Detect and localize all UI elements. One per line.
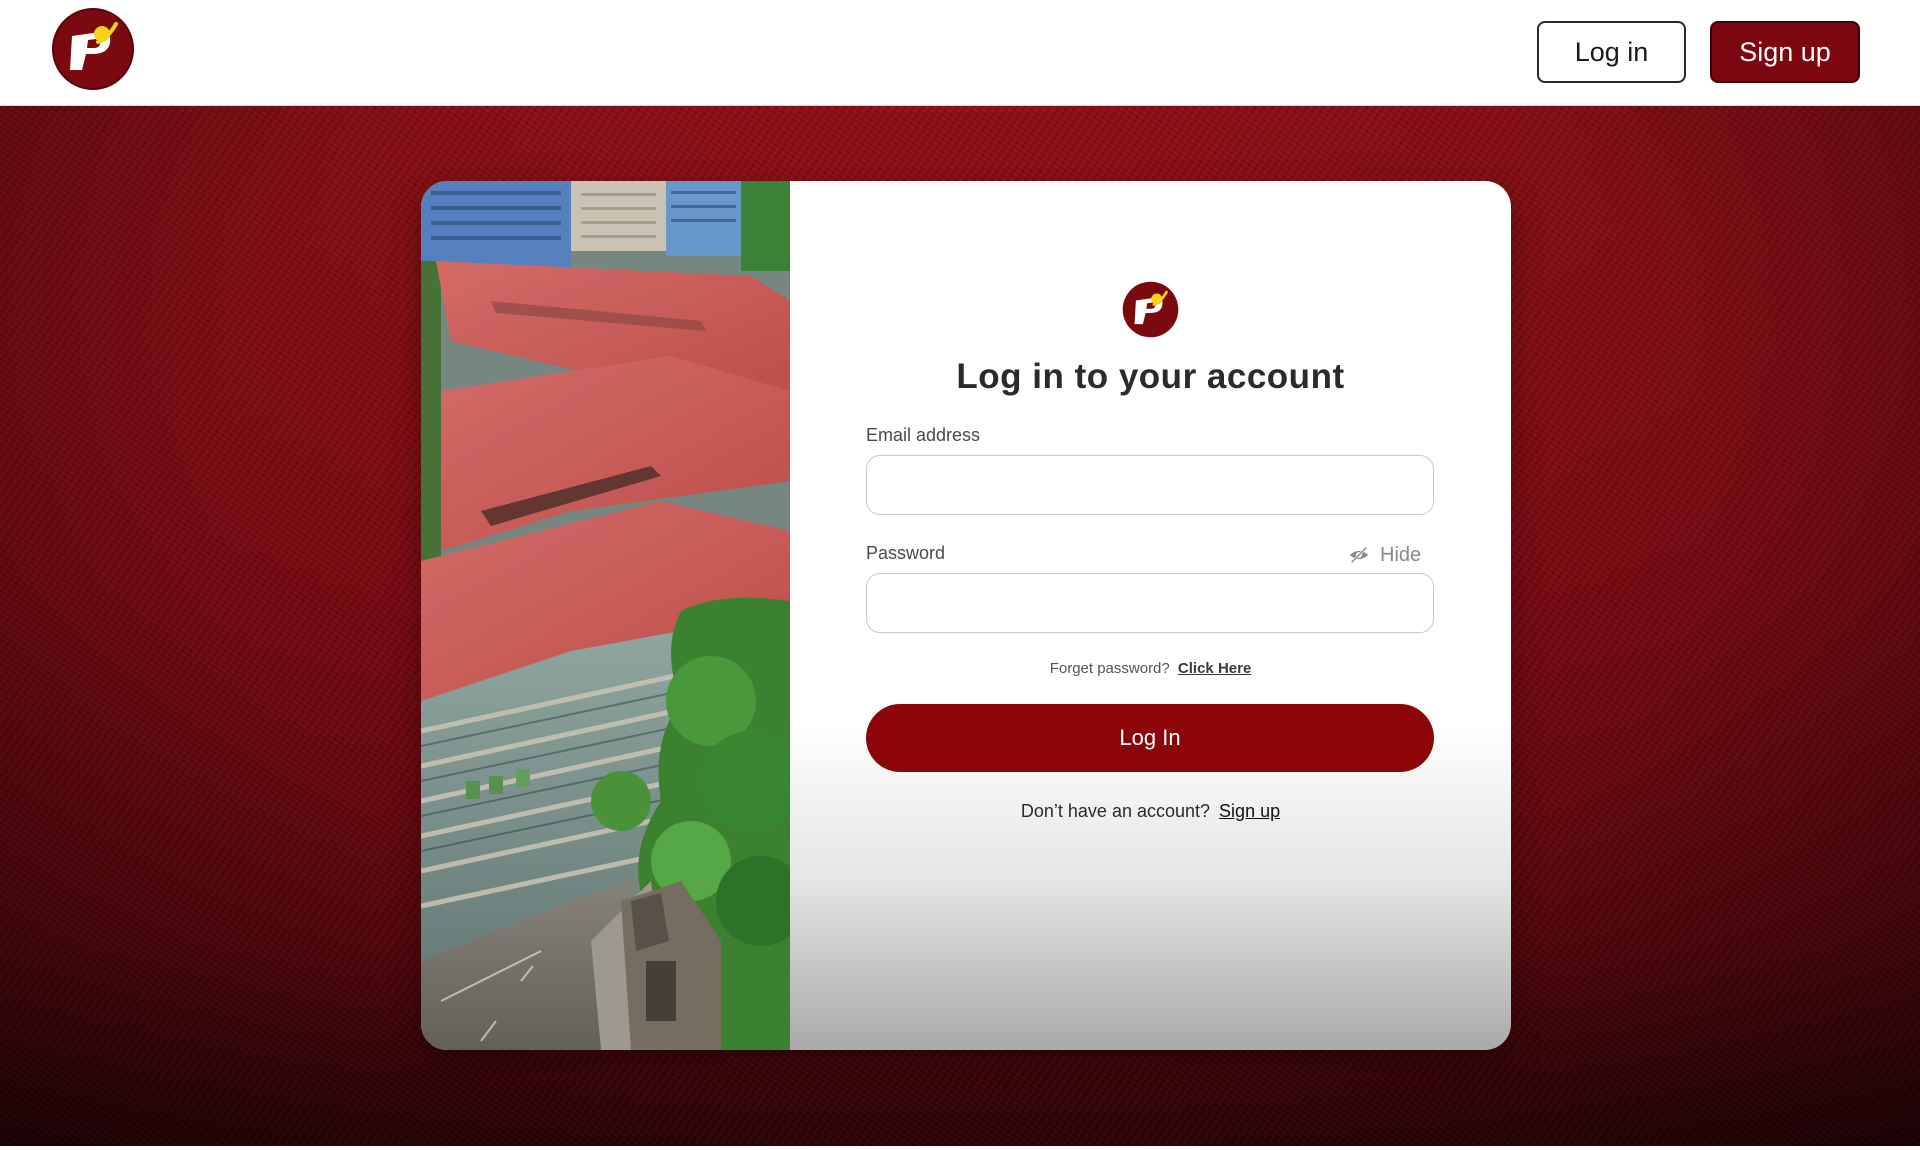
forgot-password-row: Forget password? Click Here [790,660,1511,677]
eye-slash-icon [1349,546,1369,564]
forgot-password-link[interactable]: Click Here [1178,660,1251,677]
page-title: Log in to your account [956,357,1345,396]
header-login-button[interactable]: Log in [1537,21,1686,83]
campus-aerial-photo [421,181,790,1050]
password-visibility-toggle[interactable]: Hide [1348,541,1421,569]
email-field[interactable] [866,455,1434,515]
email-label: Email address [866,425,981,445]
university-logo-icon[interactable] [52,8,134,90]
signup-prompt-text: Don’t have an account? [1020,801,1211,821]
login-submit-button[interactable]: Log In [866,704,1434,772]
password-label: Password [866,543,946,563]
login-card: Log in to your account Email address Pas… [421,181,1511,1050]
login-form: Log in to your account Email address Pas… [790,181,1511,1050]
signup-link[interactable]: Sign up [1219,801,1280,821]
bottom-edge [0,1146,1920,1150]
password-field[interactable] [866,573,1434,633]
hide-label: Hide [1380,543,1422,566]
top-navbar: Log in Sign up [0,0,1920,106]
university-logo-icon [1122,281,1179,338]
signup-prompt: Don’t have an account? Sign up [790,801,1511,822]
header-signup-button[interactable]: Sign up [1710,21,1860,83]
forgot-password-text: Forget password? [1049,660,1170,677]
